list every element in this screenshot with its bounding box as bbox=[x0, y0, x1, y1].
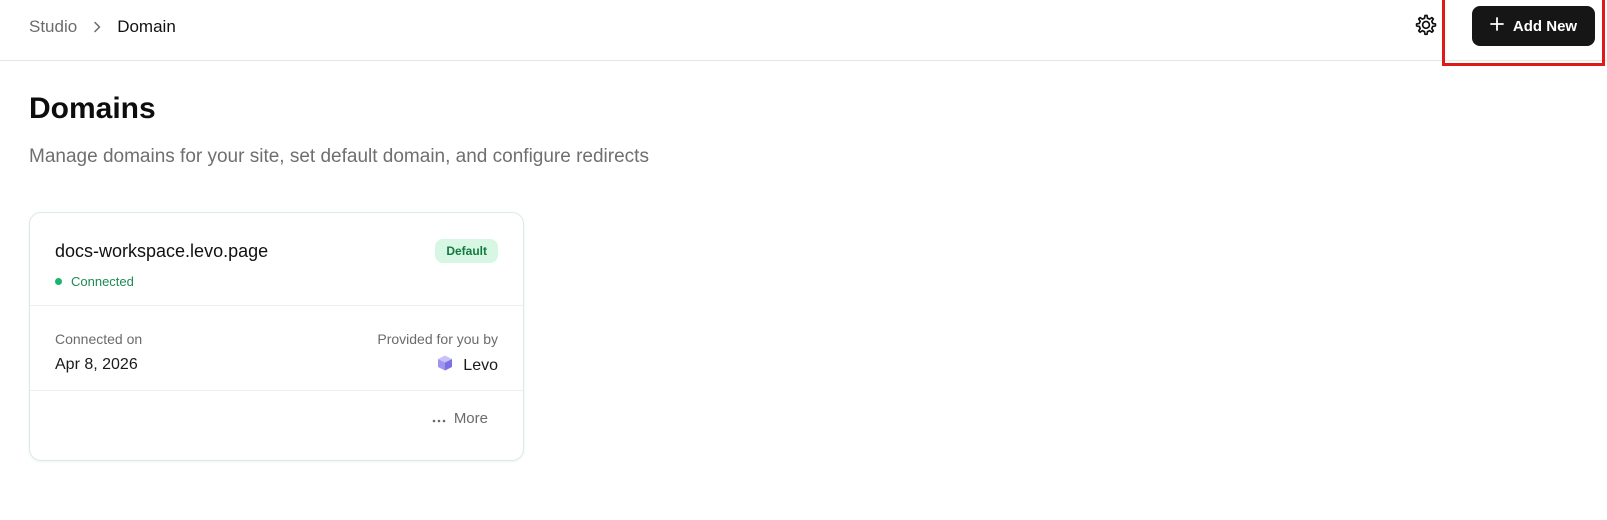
chevron-right-icon bbox=[77, 16, 117, 38]
more-button[interactable]: More bbox=[432, 410, 488, 427]
cube-icon bbox=[436, 354, 454, 377]
connected-on-value: Apr 8, 2026 bbox=[55, 356, 138, 373]
page-title: Domains bbox=[29, 92, 156, 125]
card-divider bbox=[30, 390, 523, 391]
domain-name: docs-workspace.levo.page bbox=[55, 241, 269, 261]
plus-icon bbox=[1490, 17, 1504, 35]
default-badge: Default bbox=[435, 239, 498, 263]
more-label: More bbox=[453, 410, 488, 427]
settings-button[interactable] bbox=[1412, 13, 1440, 41]
status-label: Connected bbox=[71, 274, 134, 289]
status-dot-icon bbox=[55, 278, 62, 285]
breadcrumb-studio-link[interactable]: Studio bbox=[29, 17, 77, 37]
domain-card: docs-workspace.levo.page Default Connect… bbox=[29, 212, 524, 461]
card-divider bbox=[30, 305, 523, 306]
gear-icon bbox=[1414, 13, 1438, 42]
provider: Levo bbox=[436, 354, 498, 377]
breadcrumb: Studio Domain bbox=[29, 16, 176, 38]
connected-on-label: Connected on bbox=[55, 331, 143, 347]
ellipsis-icon bbox=[432, 410, 446, 427]
top-bar: Studio Domain Add New bbox=[0, 0, 1607, 66]
breadcrumb-current-page: Domain bbox=[117, 17, 176, 36]
provider-label: Provided for you by bbox=[377, 331, 498, 347]
provider-name: Levo bbox=[463, 356, 498, 374]
page-subtitle: Manage domains for your site, set defaul… bbox=[29, 146, 649, 167]
add-new-button[interactable]: Add New bbox=[1472, 6, 1595, 46]
add-new-label: Add New bbox=[1512, 17, 1578, 35]
connection-status: Connected bbox=[55, 274, 134, 289]
